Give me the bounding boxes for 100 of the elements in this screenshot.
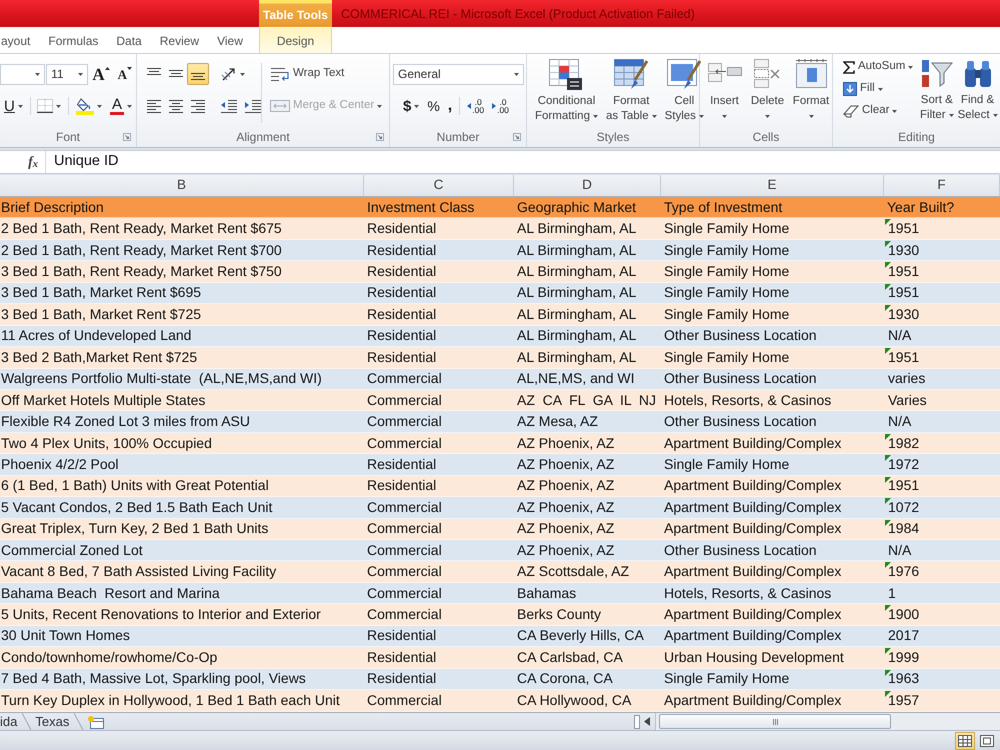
group-label: Styles [596,129,630,146]
table-cell-text: Commercial [366,605,443,624]
ribbon-tab[interactable]: Review [150,27,208,53]
increase-decimal-button[interactable]: .0 .00 [463,95,488,117]
column-letter[interactable]: F [884,175,1000,197]
scroll-left-icon[interactable] [644,717,650,726]
normal-view-button[interactable] [955,732,975,750]
formula-input[interactable]: Unique ID [45,151,1000,173]
caret-icon [652,115,657,118]
table-cell-text: Apartment Building/Complex [663,476,842,496]
table-cell-text: AL Birmingham, AL [516,326,638,346]
percent-button[interactable]: % [423,95,444,117]
eraser-icon [843,104,859,118]
currency-button[interactable]: $ [399,95,424,117]
group-label: Editing [898,129,935,146]
find-select-button[interactable]: Find & Select [956,59,999,127]
insert-cells-button[interactable]: Insert [704,59,745,127]
table-cell-text: 1984 [887,519,920,538]
ribbon-tab[interactable]: Data [107,27,151,53]
table-cell-text: AZ Mesa, AZ [516,412,599,432]
table-cell-text: Apartment Building/Complex [663,626,842,646]
column-letter[interactable]: C [364,175,514,197]
scroll-thumb[interactable] [659,714,891,729]
split-handle-icon[interactable] [634,714,640,728]
table-cell-text: Apartment Building/Complex [663,605,842,624]
table-cell-text: 1951 [887,262,920,282]
decrease-indent-icon [220,99,238,113]
delete-cells-button[interactable]: Delete [747,59,788,127]
table-cell-text: Commercial [366,498,443,517]
decrease-decimal-button[interactable]: .0 .00 [488,95,513,117]
column-letter[interactable]: B [0,175,364,197]
ribbon-tab[interactable]: ayout [0,27,40,53]
table-cell-text: Single Family Home [663,283,790,302]
wrap-text-button[interactable]: Wrap Text [266,63,348,85]
table-cell-text: Residential [366,240,438,260]
underline-button[interactable]: U [0,95,27,117]
table-cell-text: Residential [366,283,438,302]
arrow-icon [492,103,496,109]
align-bottom-button[interactable] [187,63,209,85]
dialog-launcher-icon[interactable] [376,133,384,141]
autosum-button[interactable]: AutoSum [839,56,917,78]
table-cell-text: varies [887,369,926,388]
table-cell-text: Commercial Zoned Lot [0,540,144,560]
caret-icon [35,72,40,76]
table-cell-text: 3 Bed 1 Bath, Market Rent $725 [0,304,202,324]
sort-filter-button[interactable]: Sort & Filter [919,59,955,127]
sheet-tab[interactable]: ida [0,713,22,730]
table-cell-text: N/A [887,412,912,432]
table-cell-text: Residential [366,626,438,646]
table-cell-text: Hotels, Resorts, & Casinos [663,584,832,603]
column-letter[interactable]: D [514,175,661,197]
table-cell-text: Residential [366,326,438,346]
caret-icon [698,115,704,118]
table-cell-text: Commercial [366,369,443,388]
column-letter[interactable]: E [661,175,884,197]
clear-button[interactable]: Clear [839,100,917,122]
format-cells-button[interactable]: Format [790,59,832,127]
group-label: Cells [752,129,780,146]
ribbon-tab[interactable]: Formulas [39,27,108,53]
ribbon-tab[interactable]: Design [259,27,332,53]
number-format-field[interactable]: General [393,64,524,84]
table-cell-text: Single Family Home [663,304,790,324]
caret-icon [414,104,420,108]
column-header: Investment Class [366,198,476,217]
fill-button[interactable]: Fill [839,78,917,100]
insert-function-button[interactable]: f$_{x}$ [0,151,45,173]
table-cell-text: AZ Phoenix, AZ [516,434,616,453]
table-cell-text: Single Family Home [663,219,790,238]
table-cell-text: Vacant 8 Bed, 7 Bath Assisted Living Facility [0,562,278,582]
table-cell-text: 1951 [887,476,920,496]
page-icon [980,734,994,746]
table-cell-text: 2 Bed 1 Bath, Rent Ready, Market Rent $700 [0,240,283,260]
caret-icon [18,104,23,108]
table-cell-text: 3 Bed 1 Bath, Market Rent $695 [0,283,202,302]
table-cell-text: Other Business Location [663,369,818,388]
font-name-field[interactable] [0,64,46,84]
table-cell-text: Single Family Home [663,262,790,282]
dialog-launcher-icon[interactable] [123,133,131,141]
table-cell-text: Commercial [366,390,443,410]
window-title: COMMERICAL REI - Microsoft Excel (Product Activation Failed) [341,6,695,24]
table-cell-text: Varies [887,390,928,410]
grow-font-button[interactable]: A [88,63,114,85]
cell-styles-button[interactable]: Cell Styles [662,59,707,127]
format-as-table-button[interactable]: Format as Table [602,59,660,127]
table-cell-text: 1972 [887,454,920,474]
comma-style-button[interactable]: , [444,95,456,117]
ribbon-tab[interactable]: View [208,27,252,53]
caret-up-icon [104,67,110,70]
font-color-button[interactable]: A [106,95,136,117]
fill-down-icon [843,82,857,96]
group-label: Number [436,129,480,146]
align-right-icon [190,99,206,113]
conditional-formatting-button[interactable]: Conditional Formatting [532,59,601,127]
font-size-field[interactable]: 11 [46,64,88,84]
dialog-launcher-icon[interactable] [513,133,521,141]
table-cell-text: CA Carlsbad, CA [516,648,624,667]
horizontal-scrollbar[interactable] [655,713,1000,730]
format-cells-icon [794,59,828,90]
shrink-font-button[interactable]: A [114,63,136,85]
table-cell-text: Single Family Home [663,240,790,260]
